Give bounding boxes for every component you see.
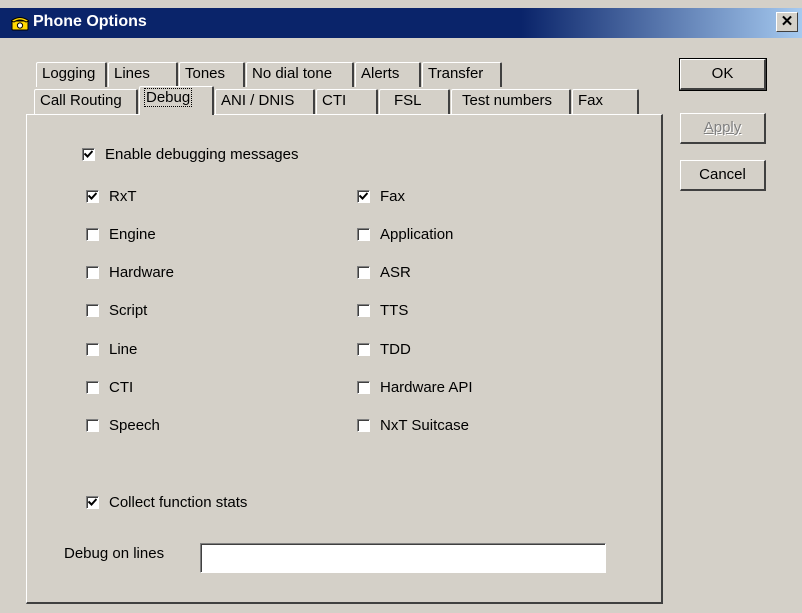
checkbox-box (357, 189, 370, 203)
telephone-icon (11, 17, 29, 31)
checkbox-box (86, 189, 99, 203)
checkbox-box (86, 227, 99, 241)
option-label: Script (109, 302, 148, 320)
option-label: RxT (109, 187, 137, 205)
checkbox-box (357, 227, 370, 241)
checkbox-box (82, 147, 95, 161)
enable-debugging-label: Enable debugging messages (105, 145, 299, 163)
debug-asr-checkbox[interactable]: ASR (357, 263, 411, 283)
tab-logging[interactable]: Logging (36, 62, 107, 87)
debug-cti-checkbox[interactable]: CTI (86, 378, 133, 398)
debug-script-checkbox[interactable]: Script (86, 301, 147, 321)
tab-transfer[interactable]: Transfer (422, 62, 502, 87)
checkbox-box (86, 381, 99, 394)
tab-fsl[interactable]: FSL (379, 89, 450, 114)
debug-tts-checkbox[interactable]: TTS (357, 301, 408, 321)
tab-call-routing[interactable]: Call Routing (34, 89, 138, 114)
debug-on-lines-label: Debug on lines (64, 545, 165, 562)
debug-speech-checkbox[interactable]: Speech (86, 416, 160, 436)
tab-test-numbers[interactable]: Test numbers (451, 89, 571, 114)
collect-function-stats-label: Collect function stats (109, 493, 248, 511)
debug-application-checkbox[interactable]: Application (357, 224, 453, 244)
tab-fax[interactable]: Fax (572, 89, 639, 114)
checkbox-box (357, 342, 370, 356)
checkbox-box (86, 266, 99, 280)
cancel-button[interactable]: Cancel (680, 160, 766, 191)
checkbox-box (357, 419, 370, 433)
debug-fax-checkbox[interactable]: Fax (357, 186, 405, 206)
tab-no-dial-tone[interactable]: No dial tone (246, 62, 354, 87)
enable-debugging-checkbox[interactable]: Enable debugging messages (78, 144, 303, 164)
ok-button[interactable]: OK (679, 58, 767, 91)
phone-options-dialog: Phone Options ✕ Logging Lines Tones No d… (0, 0, 802, 613)
checkbox-box (357, 381, 370, 394)
option-label: Application (380, 225, 454, 243)
close-button[interactable]: ✕ (776, 12, 798, 32)
option-label: Engine (109, 225, 156, 243)
debug-rxt-checkbox[interactable]: RxT (86, 186, 137, 206)
debug-nxt-suitcase-checkbox[interactable]: NxT Suitcase (357, 416, 469, 436)
debug-hardware-api-checkbox[interactable]: Hardware API (357, 378, 473, 398)
option-label: NxT Suitcase (380, 417, 469, 435)
collect-function-stats-checkbox[interactable]: Collect function stats (86, 492, 247, 512)
option-label: TTS (380, 302, 409, 320)
tab-cti[interactable]: CTI (316, 89, 378, 114)
checkbox-box (86, 342, 99, 356)
window-title: Phone Options (33, 13, 147, 30)
tab-lines[interactable]: Lines (108, 62, 178, 87)
debug-line-checkbox[interactable]: Line (86, 339, 137, 359)
checkbox-box (357, 266, 370, 280)
checkbox-box (86, 419, 99, 433)
debug-hardware-checkbox[interactable]: Hardware (86, 263, 174, 283)
checkbox-box (86, 495, 99, 509)
tab-debug[interactable]: Debug (139, 86, 214, 115)
option-label: Speech (109, 417, 160, 435)
debug-tdd-checkbox[interactable]: TDD (357, 339, 411, 359)
tab-ani-dnis[interactable]: ANI / DNIS (215, 89, 315, 114)
close-icon: ✕ (780, 13, 794, 30)
option-label: CTI (109, 379, 134, 396)
debug-engine-checkbox[interactable]: Engine (86, 224, 156, 244)
option-label: ASR (380, 264, 411, 282)
apply-button[interactable]: Apply (680, 113, 766, 144)
title-bar[interactable]: Phone Options (0, 8, 802, 38)
option-label: TDD (380, 340, 411, 358)
option-label: Hardware (109, 264, 175, 282)
option-label: Fax (380, 187, 406, 205)
checkbox-box (357, 304, 370, 318)
debug-on-lines-input[interactable] (200, 543, 606, 573)
tab-tones[interactable]: Tones (179, 62, 245, 87)
tab-alerts[interactable]: Alerts (355, 62, 421, 87)
option-label: Line (109, 340, 138, 358)
option-label: Hardware API (380, 379, 473, 396)
checkbox-box (86, 304, 99, 318)
